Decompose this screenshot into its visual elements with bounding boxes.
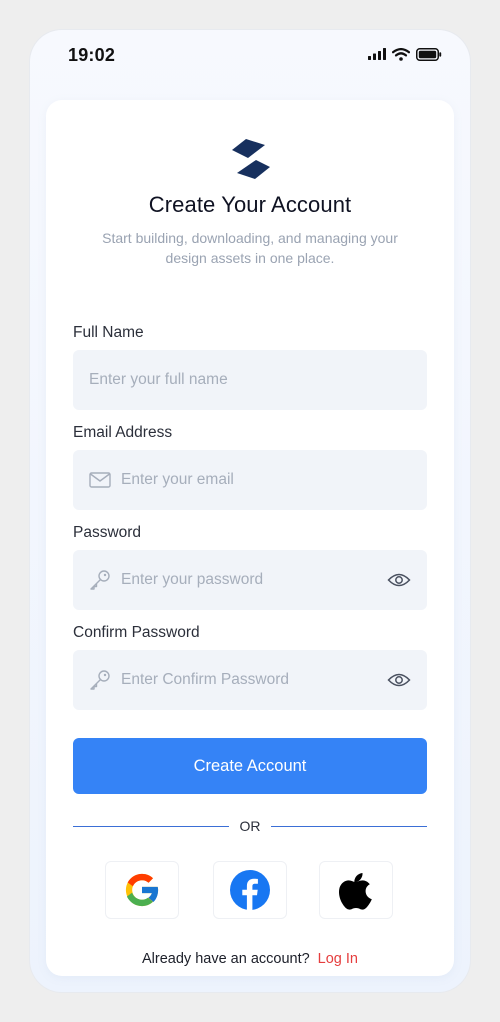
full-name-label: Full Name: [73, 324, 144, 341]
mail-icon: [89, 469, 111, 491]
confirm-password-input[interactable]: [121, 650, 379, 710]
password-input[interactable]: [121, 550, 379, 610]
google-signin-button[interactable]: [105, 861, 179, 919]
battery-icon: [416, 47, 442, 61]
google-icon: [125, 873, 160, 907]
phone-frame: 19:02 Create Your Account Start building…: [30, 30, 470, 992]
apple-signin-button[interactable]: [319, 861, 393, 919]
login-prompt: Already have an account? Log In: [46, 951, 454, 967]
divider-line-right: [271, 826, 427, 827]
apple-icon: [339, 873, 372, 910]
page-title: Create Your Account: [148, 192, 352, 217]
divider-or-text: OR: [239, 818, 261, 834]
login-prompt-text: Already have an account?: [142, 951, 310, 967]
password-label: Password: [73, 524, 142, 541]
email-input[interactable]: [121, 450, 427, 510]
status-bar: 19:02: [30, 30, 470, 82]
email-field: [73, 450, 427, 510]
key-icon: [89, 669, 111, 691]
key-icon: [89, 569, 111, 591]
password-visibility-eye-icon[interactable]: [387, 568, 411, 592]
facebook-signin-button[interactable]: [213, 861, 287, 919]
wifi-icon: [392, 47, 410, 61]
status-time: 19:02: [68, 45, 116, 65]
divider-line-left: [73, 826, 229, 827]
status-icons: [368, 46, 442, 62]
create-account-button[interactable]: Create Account: [73, 738, 427, 794]
facebook-icon: [230, 870, 270, 910]
full-name-input[interactable]: [89, 350, 427, 410]
login-link[interactable]: Log In: [318, 951, 358, 967]
brand-logo-icon: [232, 139, 270, 179]
confirm-password-field: [73, 650, 427, 710]
signup-card: Create Your Account Start building, down…: [46, 100, 454, 976]
signal-icon: [368, 48, 386, 60]
confirm-password-visibility-eye-icon[interactable]: [387, 668, 411, 692]
email-label: Email Address: [73, 424, 173, 441]
full-name-field: [73, 350, 427, 410]
confirm-password-label: Confirm Password: [73, 624, 200, 641]
page-subtitle: Start building, downloading, and managin…: [102, 230, 398, 266]
password-field: [73, 550, 427, 610]
